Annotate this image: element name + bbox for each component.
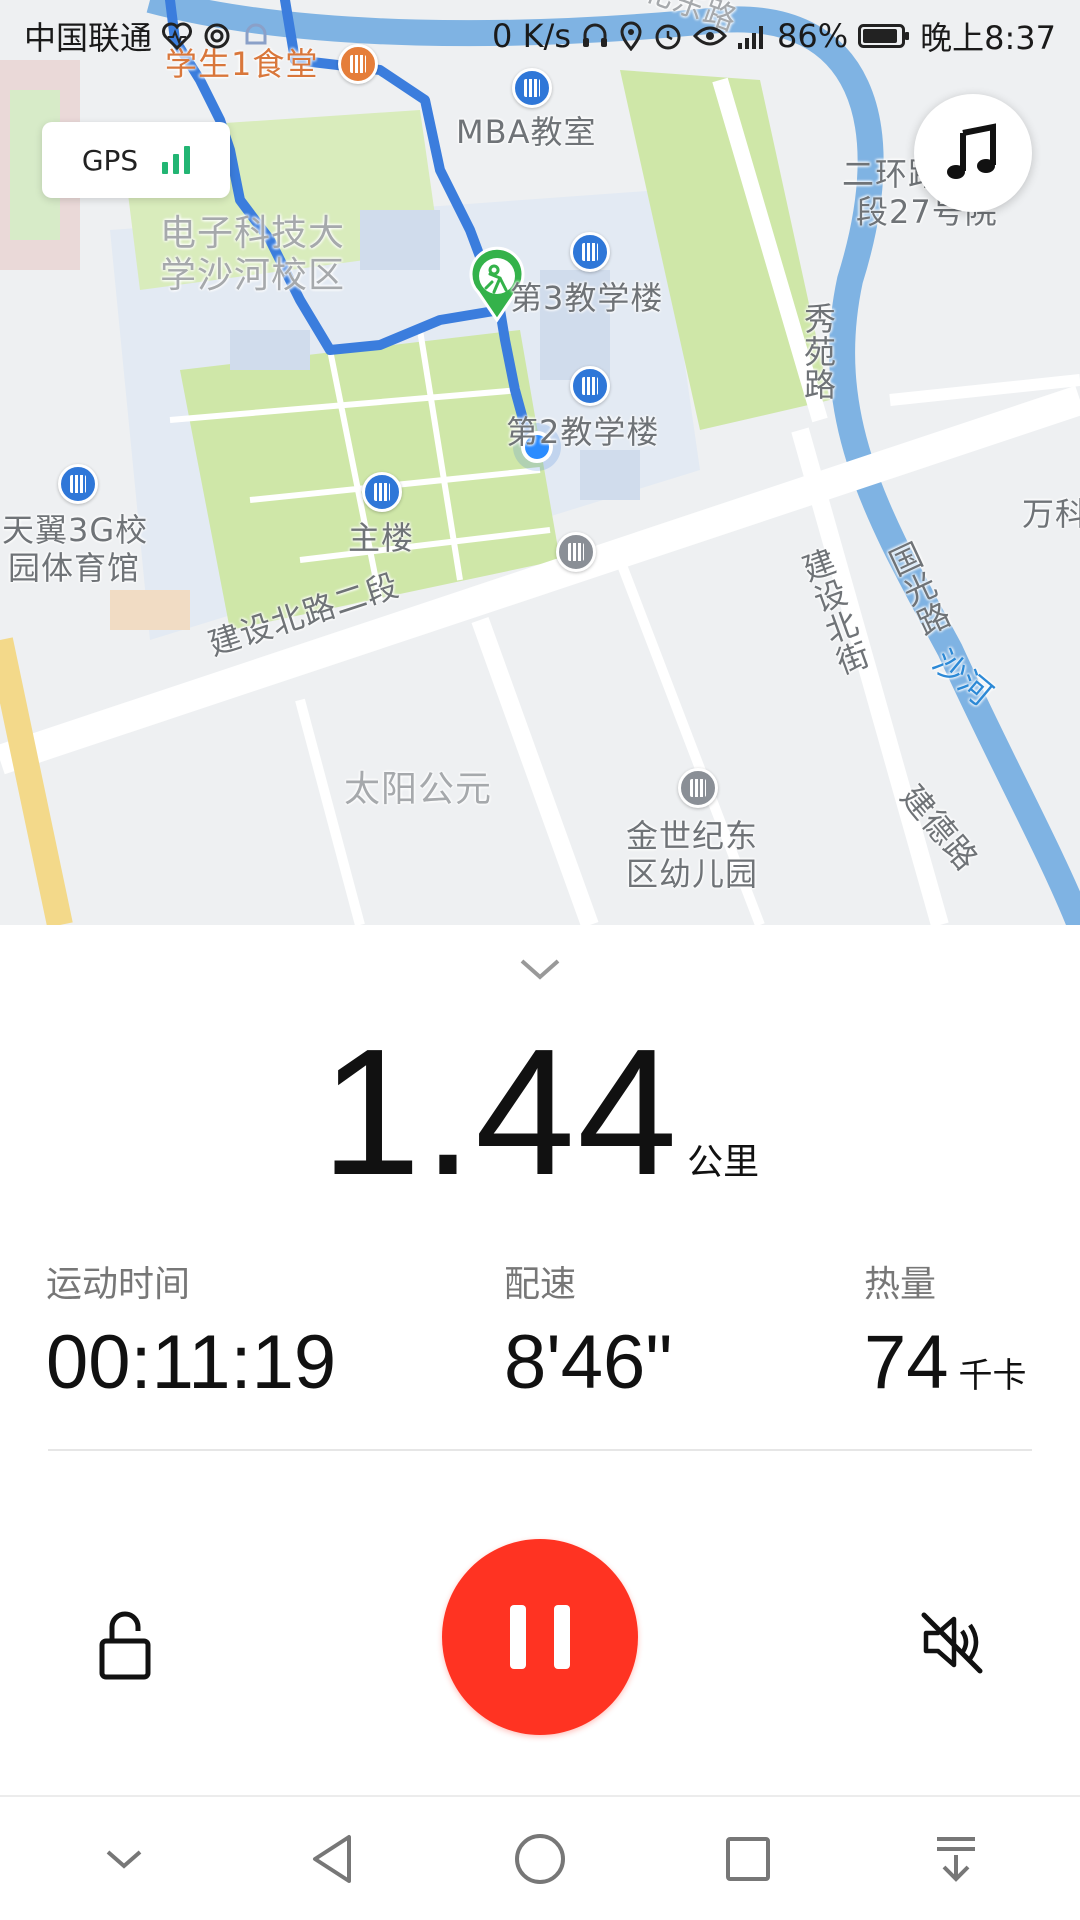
battery-icon (858, 23, 910, 49)
distance-display: 1.44 公里 (0, 1012, 1080, 1213)
mute-button[interactable] (918, 1607, 988, 1677)
distance-unit: 公里 (687, 1142, 760, 1183)
kindergarten-poi-icon[interactable] (678, 768, 718, 808)
calorie-label: 热量 (864, 1264, 937, 1305)
map-label-building3: 第3教学楼 (510, 279, 664, 317)
chevron-down-icon (106, 1849, 142, 1869)
duration-label: 运动时间 (46, 1264, 191, 1305)
eye-icon (693, 24, 727, 48)
pull-down-icon (937, 1836, 975, 1882)
pause-button[interactable] (442, 1539, 638, 1735)
status-bar: 中国联通 0 K/s 86% 晚上8:37 (0, 0, 1080, 72)
alarm-icon (653, 21, 683, 51)
location-icon (619, 21, 643, 51)
back-button[interactable] (292, 1819, 372, 1899)
distance-value: 1.44 (320, 1012, 680, 1213)
mba-poi-icon[interactable] (512, 68, 552, 108)
map-label-kindergarten-2: 区幼儿园 (626, 855, 759, 893)
map-label-xiuyuan-road: 秀苑路 (799, 302, 837, 401)
network-speed-label: 0 K/s (492, 17, 571, 55)
recents-square-icon (726, 1836, 770, 1881)
sound-off-icon (921, 1612, 983, 1674)
lock-button[interactable] (90, 1605, 160, 1685)
collapse-chevron-icon[interactable] (516, 953, 564, 987)
headset-icon (581, 21, 609, 51)
map-label-campus-2: 学沙河校区 (160, 255, 346, 296)
metric-calories: 热量 74 千卡 (864, 1263, 1027, 1401)
swirl-icon (202, 21, 232, 51)
map-label-main-building: 主楼 (348, 519, 415, 557)
clock-label: 晚上8:37 (920, 19, 1056, 57)
stats-divider (48, 1449, 1032, 1451)
building2-poi-icon[interactable] (570, 366, 610, 406)
map-label-gym-1: 天翼3G校 (2, 511, 149, 549)
signal-icon (737, 23, 767, 49)
map-label-mba: MBA教室 (456, 113, 597, 151)
pause-icon-bar-left (510, 1605, 526, 1669)
map-label-campus-1: 电子科技大 (160, 213, 346, 254)
gps-status-chip: GPS (42, 122, 230, 198)
unlock-icon (99, 1611, 151, 1680)
map-label-taiyang: 太阳公元 (344, 769, 493, 810)
main-building-poi-icon[interactable] (362, 472, 402, 512)
back-triangle-icon (313, 1834, 351, 1883)
map-label-wanke: 万科 (1022, 495, 1080, 533)
gym-poi-icon[interactable] (58, 464, 98, 504)
subway-poi-icon[interactable] (556, 532, 596, 572)
music-note-icon (947, 123, 996, 179)
hide-nav-button[interactable] (84, 1819, 164, 1899)
metric-pace: 配速 8'46" (504, 1263, 672, 1401)
recents-button[interactable] (708, 1819, 788, 1899)
map-label-building2: 第2教学楼 (506, 413, 660, 451)
map-view[interactable]: 学生1食堂 MBA教室 电子科技大 学沙河校区 第3教学楼 第2教学楼 天翼3G… (0, 0, 1080, 925)
battery-percent-label: 86% (777, 17, 849, 55)
heart-rate-icon (162, 22, 192, 50)
calorie-unit: 千卡 (958, 1356, 1027, 1396)
metric-duration: 运动时间 00:11:19 (46, 1263, 336, 1401)
workout-stats-panel: 1.44 公里 运动时间 00:11:19 配速 8'46" 热量 74 千卡 (0, 925, 1080, 1795)
carrier-label: 中国联通 (24, 19, 153, 57)
pace-label: 配速 (504, 1264, 577, 1305)
home-button[interactable] (500, 1819, 580, 1899)
building3-poi-icon[interactable] (570, 232, 610, 272)
pace-value: 8'46" (504, 1320, 673, 1405)
gps-label: GPS (81, 143, 139, 177)
bell-icon (242, 21, 270, 51)
duration-value: 00:11:19 (46, 1320, 337, 1405)
calorie-value: 74 (864, 1320, 949, 1405)
gps-signal-icon (162, 146, 191, 174)
home-circle-icon (515, 1833, 565, 1884)
music-button[interactable] (914, 94, 1032, 212)
map-label-kindergarten-1: 金世纪东 (626, 817, 759, 855)
system-navigation-bar (0, 1795, 1080, 1920)
map-label-gym-2: 园体育馆 (8, 549, 141, 587)
notification-pulldown-button[interactable] (916, 1819, 996, 1899)
pause-icon-bar-right (554, 1605, 570, 1669)
